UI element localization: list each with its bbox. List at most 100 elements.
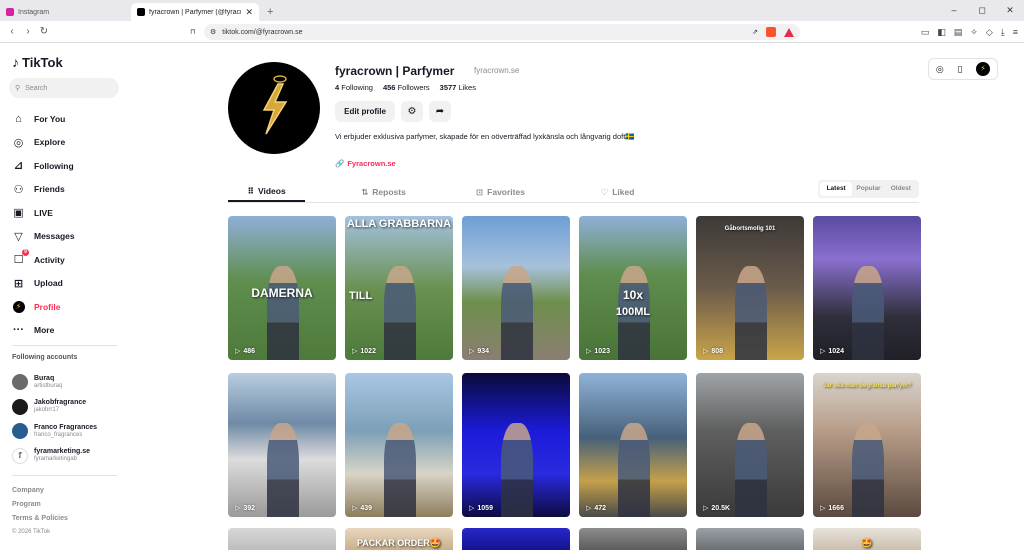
settings-button[interactable]: ⚙ (401, 101, 423, 122)
brave-rewards-icon[interactable] (784, 27, 794, 37)
wallet-icon[interactable]: ▤ (954, 27, 963, 38)
video-card[interactable]: DAMERNA ▷ 486 (228, 216, 336, 360)
video-card[interactable] (696, 528, 804, 550)
following-count: 4 (335, 83, 340, 92)
avatar (12, 398, 28, 415)
profile-link[interactable]: 🔗 Fyracrown.se (335, 159, 396, 168)
search-placeholder: Search (25, 84, 48, 92)
sidebar-item-profile[interactable]: ⚡ Profile (12, 295, 122, 319)
screenshot-icon[interactable]: ▭ (921, 27, 930, 38)
brave-shield-icon[interactable] (766, 27, 776, 37)
account-item[interactable]: Franco Fragrances franco_fragrances (12, 419, 122, 444)
bookmark-icon[interactable]: ⊓ (190, 28, 195, 36)
tiktok-note-icon: ♪ (12, 54, 19, 70)
close-tab-icon[interactable]: ✕ (245, 7, 253, 18)
view-count-text: 808 (711, 347, 724, 355)
tab-videos[interactable]: ⠿ Videos (228, 182, 305, 202)
back-arrow-icon[interactable]: ‹ (4, 26, 20, 37)
sidebar-item-explore[interactable]: ◎ Explore (12, 131, 122, 155)
account-item[interactable]: Jakobfragrance jakobrr17 (12, 395, 122, 420)
vpn-icon[interactable]: ◇ (986, 27, 993, 38)
coins-icon[interactable]: ◎ (936, 64, 944, 75)
maximize-button[interactable]: ◻ (968, 0, 996, 21)
browser-tab-tiktok[interactable]: fyracrown | Parfymer (@fyracrow ✕ (131, 3, 259, 21)
video-card[interactable]: Gåbortsmolig 101 ▷ 808 (696, 216, 804, 360)
tab-liked[interactable]: ♡ Liked (559, 182, 676, 202)
video-card[interactable]: ▷ 392 (228, 373, 336, 517)
browser-tab-bar: Instagram fyracrown | Parfymer (@fyracro… (0, 0, 1024, 21)
sidebar-item-more[interactable]: ··· More (12, 319, 122, 343)
video-card[interactable] (462, 528, 570, 550)
view-count-text: 934 (477, 347, 490, 355)
share-profile-button[interactable]: ➦ (429, 101, 451, 122)
profile-tabs: ⠿ Videos ⇅ Reposts ⊡ Favorites ♡ Liked (228, 182, 676, 202)
account-item[interactable]: Buraq artistburaq (12, 370, 122, 395)
view-count-text: 1022 (360, 347, 376, 355)
window-controls: – ◻ ✕ (940, 0, 1024, 21)
play-icon: ▷ (820, 505, 826, 512)
logo-text: TikTok (22, 54, 63, 70)
sort-oldest[interactable]: Oldest (885, 182, 917, 196)
close-window-button[interactable]: ✕ (996, 0, 1024, 21)
divider (12, 345, 117, 346)
sidebar-item-following[interactable]: ⊿ Following (12, 154, 122, 178)
video-card[interactable]: PACKAR ORDER🤩 (345, 528, 453, 550)
video-card[interactable]: ALLA GRABBARNA TILL ▷ 1022 (345, 216, 453, 360)
account-item[interactable]: 𝕗 fyramarketing.se fyramarketingab (12, 444, 122, 469)
video-card[interactable]: ▷ 20.5K (696, 373, 804, 517)
video-card[interactable]: 10x 100ML ▷ 1023 (579, 216, 687, 360)
tabs-divider (228, 202, 919, 203)
menu-icon[interactable]: ≡ (1013, 27, 1018, 37)
browser-tab-instagram[interactable]: Instagram (0, 3, 125, 21)
video-thumbnail-figure (734, 266, 768, 360)
play-icon: ▷ (820, 348, 826, 355)
sidebar-toggle-icon[interactable]: ◧ (937, 27, 946, 38)
sidebar-item-live[interactable]: ▣ LIVE (12, 201, 122, 225)
video-card[interactable]: Var ska man begränsa parfym? ▷ 1666 (813, 373, 921, 517)
tab-favorites[interactable]: ⊡ Favorites (442, 182, 559, 202)
video-thumbnail-figure (851, 266, 885, 360)
account-name: Franco Fragrances (34, 423, 98, 431)
view-count: ▷ 20.5K (703, 504, 730, 513)
footer-link-terms[interactable]: Terms & Policies (12, 515, 68, 529)
play-icon: ▷ (703, 348, 709, 355)
following-stat[interactable]: 4 Following (335, 83, 373, 92)
extensions-icon[interactable]: ✧ (970, 27, 978, 38)
video-card[interactable] (228, 528, 336, 550)
sidebar-item-activity[interactable]: ☐ 9 Activity (12, 248, 122, 272)
sidebar-item-messages[interactable]: ▽ Messages (12, 225, 122, 249)
sort-popular[interactable]: Popular (852, 182, 884, 196)
video-card[interactable]: ▷ 472 (579, 373, 687, 517)
followers-stat[interactable]: 456 Followers (383, 83, 430, 92)
search-input[interactable]: ⚲ Search (9, 78, 119, 98)
video-card[interactable]: ▷ 439 (345, 373, 453, 517)
video-card[interactable] (579, 528, 687, 550)
footer-link-program[interactable]: Program (12, 501, 68, 515)
activity-badge: 9 (22, 249, 29, 257)
video-card[interactable]: ▷ 1059 (462, 373, 570, 517)
forward-arrow-icon[interactable]: › (20, 26, 36, 37)
account-avatar-icon[interactable]: ⚡ (976, 62, 991, 76)
site-info-icon[interactable]: ⚙ (210, 28, 216, 36)
tab-reposts[interactable]: ⇅ Reposts (325, 182, 442, 202)
edit-profile-button[interactable]: Edit profile (335, 101, 395, 122)
tiktok-logo[interactable]: ♪ TikTok (12, 54, 63, 70)
footer-link-company[interactable]: Company (12, 487, 68, 501)
repost-icon: ⇅ (361, 186, 369, 197)
reload-icon[interactable]: ↻ (36, 26, 52, 37)
video-card[interactable]: 🤩 (813, 528, 921, 550)
share-icon[interactable]: ⇗ (752, 28, 758, 36)
sidebar-item-upload[interactable]: ⊞ Upload (12, 272, 122, 296)
minimize-button[interactable]: – (940, 0, 968, 21)
video-card[interactable]: ▷ 934 (462, 216, 570, 360)
url-field[interactable]: ⊓ ⚙ tiktok.com/@fyracrown.se ⇗ (190, 24, 800, 40)
video-card[interactable]: ▷ 1024 (813, 216, 921, 360)
download-icon[interactable]: ⤓ (1001, 27, 1005, 38)
sort-latest[interactable]: Latest (820, 182, 853, 196)
phone-icon[interactable]: ▯ (957, 64, 962, 75)
sidebar-item-friends[interactable]: ⚇ Friends (12, 178, 122, 202)
profile-avatar[interactable] (228, 62, 320, 154)
sidebar-item-for-you[interactable]: ⌂ For You (12, 107, 122, 131)
new-tab-button[interactable]: + (259, 3, 281, 21)
browser-toolbar: ▭ ◧ ▤ ✧ ◇ ⤓ ≡ (921, 21, 1018, 43)
